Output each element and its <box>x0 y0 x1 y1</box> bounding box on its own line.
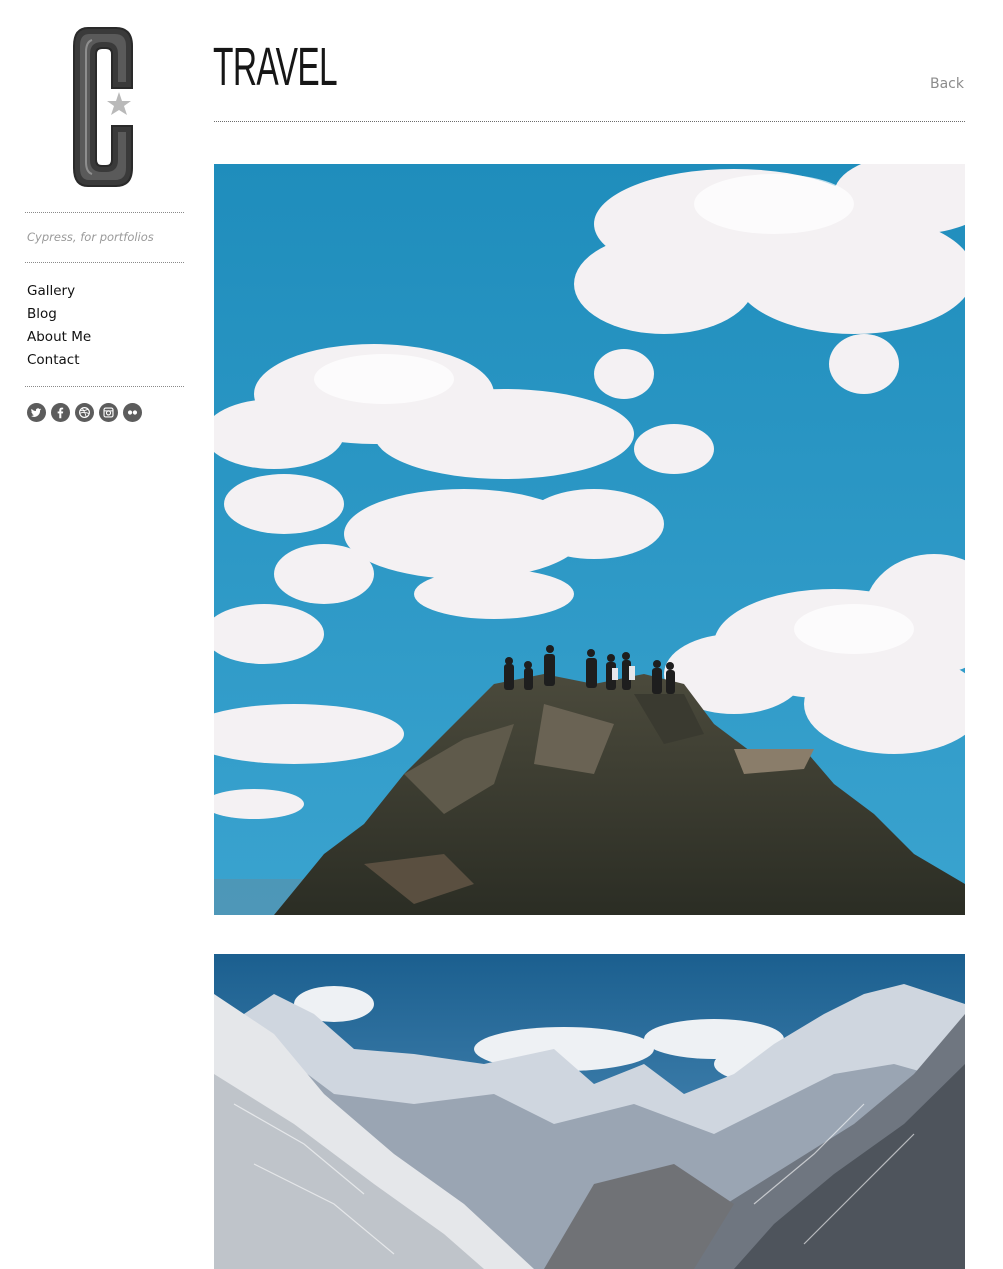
gallery-photo-summit[interactable] <box>214 164 965 915</box>
nav-item-blog[interactable]: Blog <box>27 303 91 326</box>
flickr-icon[interactable] <box>123 403 142 422</box>
dribbble-icon[interactable] <box>75 403 94 422</box>
instagram-icon[interactable] <box>99 403 118 422</box>
main-nav: Gallery Blog About Me Contact <box>27 280 91 372</box>
gallery-photo-mountains[interactable] <box>214 954 965 1269</box>
social-links <box>27 403 142 422</box>
sidebar-divider <box>25 212 184 213</box>
facebook-icon[interactable] <box>51 403 70 422</box>
page-title: TRAVEL <box>213 37 338 97</box>
nav-item-about-me[interactable]: About Me <box>27 326 91 349</box>
sidebar-divider <box>25 386 184 387</box>
back-link[interactable]: Back <box>930 76 964 92</box>
nav-item-gallery[interactable]: Gallery <box>27 280 91 303</box>
tagline: Cypress, for portfolios <box>27 230 154 244</box>
site-logo[interactable] <box>72 26 136 188</box>
sidebar-divider <box>25 262 184 263</box>
logo-star-icon <box>107 92 131 115</box>
nav-item-contact[interactable]: Contact <box>27 349 91 372</box>
twitter-icon[interactable] <box>27 403 46 422</box>
header-divider <box>214 121 965 122</box>
